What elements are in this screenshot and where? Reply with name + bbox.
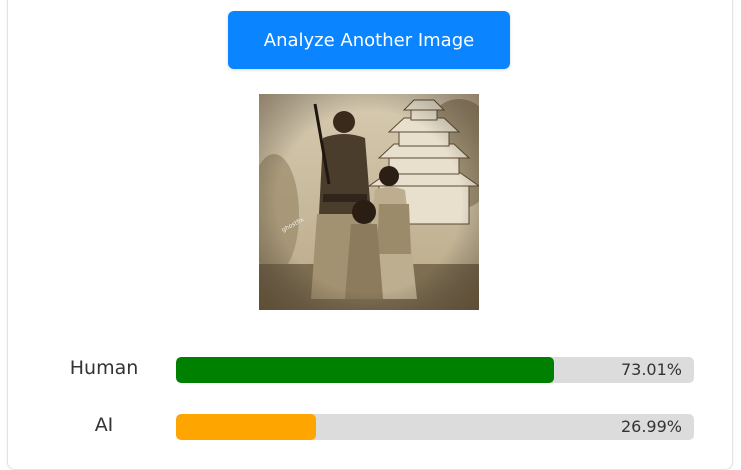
- analyzed-image: ghostfix: [259, 94, 479, 310]
- photo-icon: ghostfix: [259, 94, 479, 310]
- ai-progress-fill: [176, 414, 316, 440]
- human-progress-fill: [176, 357, 555, 383]
- ai-progress-bar: 26.99%: [176, 414, 694, 440]
- human-label: Human: [69, 357, 139, 379]
- ai-label: AI: [94, 414, 114, 436]
- analyze-another-image-button[interactable]: Analyze Another Image: [228, 11, 510, 69]
- human-percent: 73.01%: [620, 360, 682, 379]
- human-progress-bar: 73.01%: [176, 357, 694, 383]
- ai-percent: 26.99%: [620, 417, 682, 436]
